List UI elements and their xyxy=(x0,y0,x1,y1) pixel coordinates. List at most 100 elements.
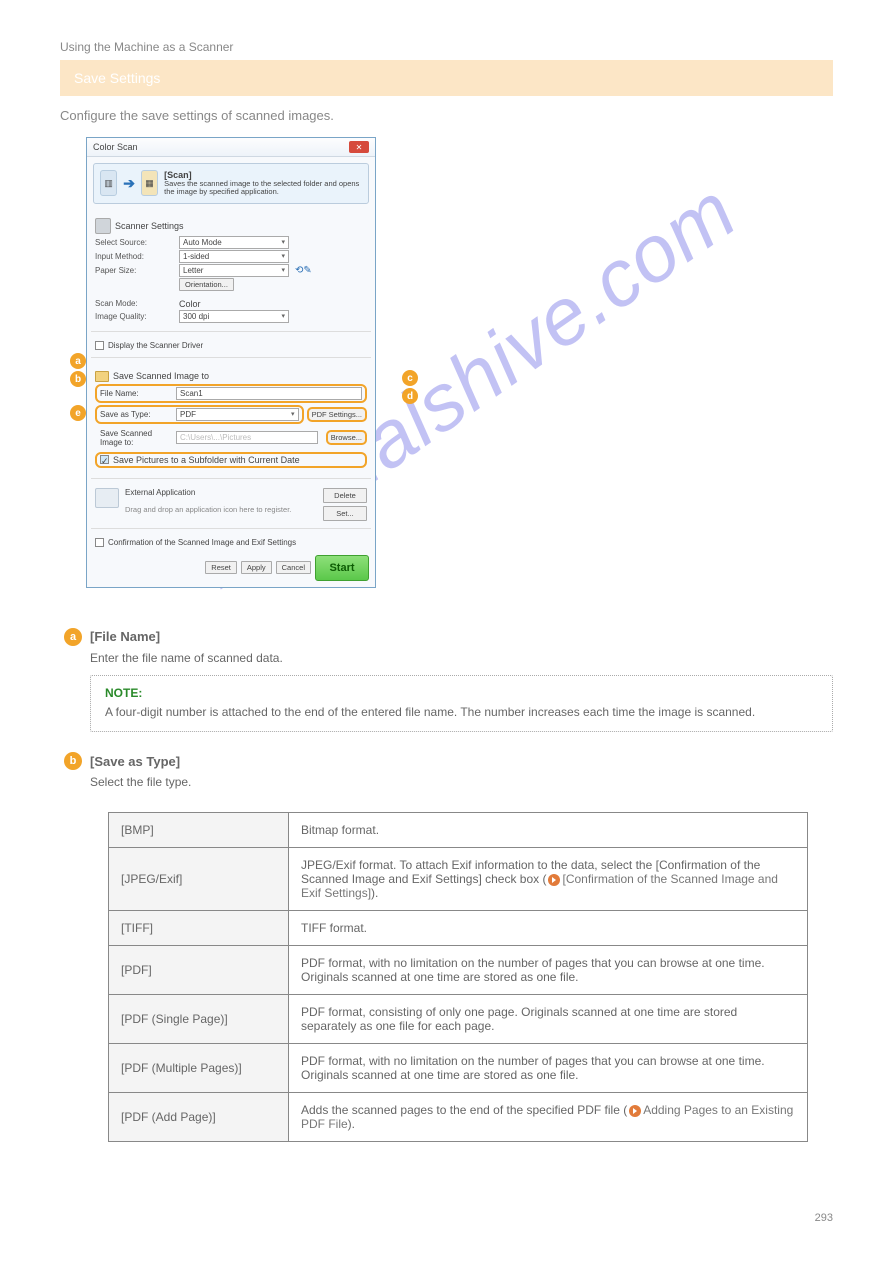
callout-a-title: [File Name] xyxy=(90,629,160,644)
page-content: Using the Machine as a Scanner Save Sett… xyxy=(0,0,893,1182)
note-block: NOTE: A four-digit number is attached to… xyxy=(90,675,833,732)
input-method-dropdown[interactable]: 1-sided xyxy=(179,250,289,263)
filetype-name: [TIFF] xyxy=(109,910,289,945)
rotate-icon[interactable]: ⟲✎ xyxy=(295,265,312,276)
image-quality-dropdown[interactable]: 300 dpi xyxy=(179,310,289,323)
save-section-header: Save Scanned Image to xyxy=(95,371,367,382)
callout-b: b [Save as Type] Select the file type. xyxy=(64,752,833,791)
paper-size-label: Paper Size: xyxy=(95,266,173,275)
filetype-name: [JPEG/Exif] xyxy=(109,847,289,910)
section-subheading: Configure the save settings of scanned i… xyxy=(60,108,833,123)
filetype-desc: PDF format, with no limitation on the nu… xyxy=(289,945,808,994)
note-label: NOTE: xyxy=(105,686,818,700)
filetype-desc: Adds the scanned pages to the end of the… xyxy=(289,1092,808,1141)
checkbox-icon xyxy=(95,538,104,547)
callout-b-body: Select the file type. xyxy=(90,774,833,791)
folder-icon: ▦ xyxy=(141,170,158,196)
dialog-wrap: a b e Color Scan ✕ ▥ ➔ ▦ [Scan] Saves th… xyxy=(86,137,396,588)
browse-button[interactable]: Browse... xyxy=(326,430,367,445)
filetype-name: [BMP] xyxy=(109,812,289,847)
arrow-link-icon xyxy=(629,1105,641,1117)
scanner-icon: ▥ xyxy=(100,170,117,196)
saveas-dropdown[interactable]: PDF xyxy=(176,408,299,421)
topic-path: Using the Machine as a Scanner xyxy=(60,40,833,54)
confirm-label: Confirmation of the Scanned Image and Ex… xyxy=(108,538,296,547)
marker-b: b xyxy=(70,371,86,387)
folder-icon xyxy=(95,371,109,382)
start-button[interactable]: Start xyxy=(315,555,369,581)
filetype-desc: PDF format, with no limitation on the nu… xyxy=(289,1043,808,1092)
cancel-button[interactable]: Cancel xyxy=(276,561,311,574)
orientation-button[interactable]: Orientation... xyxy=(179,278,234,291)
filetype-name: [PDF (Multiple Pages)] xyxy=(109,1043,289,1092)
paper-size-dropdown[interactable]: Letter xyxy=(179,264,289,277)
confirm-checkbox[interactable]: Confirmation of the Scanned Image and Ex… xyxy=(95,538,367,547)
saveas-label: Save as Type: xyxy=(100,410,172,419)
table-row: [BMP]Bitmap format. xyxy=(109,812,808,847)
filename-input[interactable]: Scan1 xyxy=(176,387,362,400)
dialog-title: Color Scan xyxy=(93,142,138,152)
callout-a: a [File Name] Enter the file name of sca… xyxy=(64,628,833,733)
filetype-name: [PDF (Add Page)] xyxy=(109,1092,289,1141)
arrow-icon: ➔ xyxy=(123,175,135,192)
filetype-desc: Bitmap format. xyxy=(289,812,808,847)
scanner-settings-header: Scanner Settings xyxy=(95,218,367,234)
select-source-dropdown[interactable]: Auto Mode xyxy=(179,236,289,249)
color-scan-dialog: Color Scan ✕ ▥ ➔ ▦ [Scan] Saves the scan… xyxy=(86,137,376,588)
marker-a: a xyxy=(70,353,86,369)
filetype-name: [PDF] xyxy=(109,945,289,994)
cube-icon xyxy=(95,218,111,234)
close-icon[interactable]: ✕ xyxy=(349,141,369,153)
display-driver-checkbox[interactable]: Display the Scanner Driver xyxy=(95,341,367,350)
subfolder-row[interactable]: ✓ Save Pictures to a Subfolder with Curr… xyxy=(95,452,367,468)
filename-row: File Name: Scan1 xyxy=(95,384,367,403)
subfolder-label: Save Pictures to a Subfolder with Curren… xyxy=(113,455,300,465)
saveto-label: Save Scanned Image to: xyxy=(100,429,172,447)
filetype-name: [PDF (Single Page)] xyxy=(109,994,289,1043)
dialog-footer: Reset Apply Cancel Start xyxy=(87,549,375,587)
hero-desc: Saves the scanned image to the selected … xyxy=(164,180,362,197)
table-row: [TIFF]TIFF format. xyxy=(109,910,808,945)
section-banner: Save Settings xyxy=(60,60,833,96)
scan-mode-label: Scan Mode: xyxy=(95,299,173,308)
note-text: A four-digit number is attached to the e… xyxy=(105,704,818,721)
table-row: [PDF (Multiple Pages)]PDF format, with n… xyxy=(109,1043,808,1092)
image-quality-value: 300 dpi xyxy=(183,312,209,321)
marker-d: d xyxy=(402,388,418,404)
filetype-desc: JPEG/Exif format. To attach Exif informa… xyxy=(289,847,808,910)
filetype-desc: TIFF format. xyxy=(289,910,808,945)
delete-button[interactable]: Delete xyxy=(323,488,367,503)
table-row: [PDF (Add Page)]Adds the scanned pages t… xyxy=(109,1092,808,1141)
table-row: [JPEG/Exif]JPEG/Exif format. To attach E… xyxy=(109,847,808,910)
apply-button[interactable]: Apply xyxy=(241,561,272,574)
select-source-value: Auto Mode xyxy=(183,238,222,247)
checkbox-on-icon: ✓ xyxy=(100,455,109,464)
select-source-label: Select Source: xyxy=(95,238,173,247)
marker-e: e xyxy=(70,405,86,421)
table-row: [PDF]PDF format, with no limitation on t… xyxy=(109,945,808,994)
scanner-settings-label: Scanner Settings xyxy=(115,221,184,231)
drag-hint: Drag and drop an application icon here t… xyxy=(125,505,317,514)
image-quality-label: Image Quality: xyxy=(95,312,173,321)
reset-button[interactable]: Reset xyxy=(205,561,237,574)
pdf-settings-button[interactable]: PDF Settings... xyxy=(307,407,367,422)
dialog-titlebar: Color Scan ✕ xyxy=(87,138,375,157)
hero-banner: ▥ ➔ ▦ [Scan] Saves the scanned image to … xyxy=(93,163,369,204)
hero-text: [Scan] Saves the scanned image to the se… xyxy=(164,170,362,197)
scan-mode-value: Color xyxy=(179,299,201,309)
bubble-b-icon: b xyxy=(64,752,82,770)
arrow-link-icon xyxy=(548,874,560,886)
marker-c: c xyxy=(402,370,418,386)
bubble-a-icon: a xyxy=(64,628,82,646)
app-icon xyxy=(95,488,119,508)
input-method-value: 1-sided xyxy=(183,252,209,261)
external-app-label: External Application xyxy=(125,488,317,497)
display-driver-label: Display the Scanner Driver xyxy=(108,341,203,350)
set-button[interactable]: Set... xyxy=(323,506,367,521)
filetype-desc: PDF format, consisting of only one page.… xyxy=(289,994,808,1043)
paper-size-value: Letter xyxy=(183,266,203,275)
checkbox-icon xyxy=(95,341,104,350)
saveto-path: C:\Users\...\Pictures xyxy=(176,431,318,444)
callout-b-title: [Save as Type] xyxy=(90,754,180,769)
save-section-label: Save Scanned Image to xyxy=(113,371,209,381)
